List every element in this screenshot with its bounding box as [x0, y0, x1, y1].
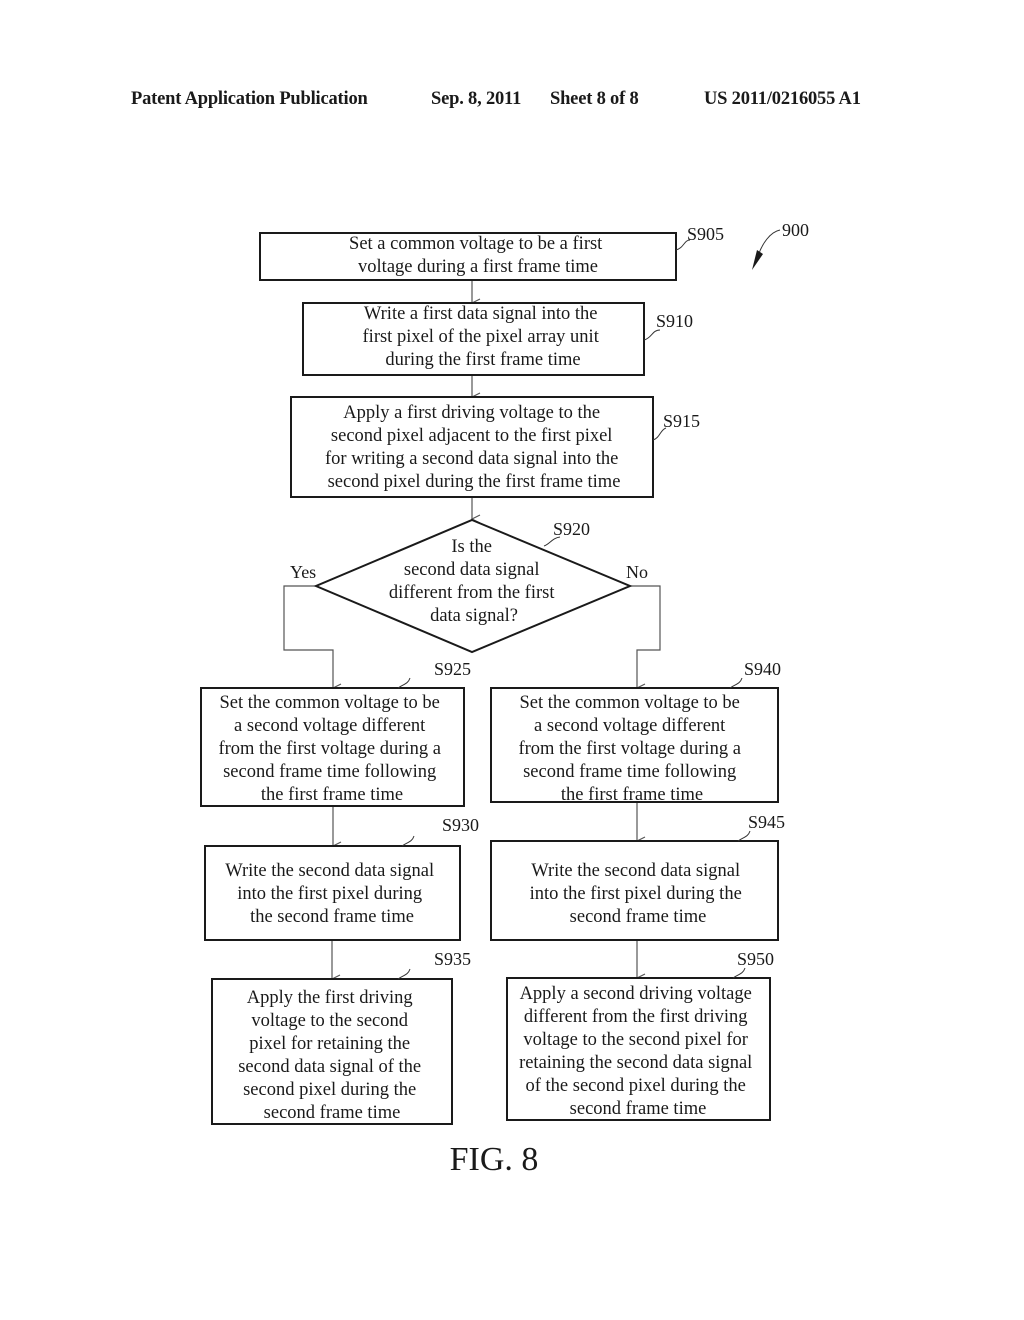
step-s945-line: into the first pixel during the	[530, 884, 742, 904]
step-s930-line: into the first pixel during	[237, 884, 422, 904]
step-s925-line: second frame time following	[223, 762, 436, 782]
step-s930-id: S930	[442, 815, 479, 835]
step-s920-id: S920	[553, 519, 590, 539]
step-s935-line: second frame time	[264, 1103, 401, 1123]
step-s915-line: for writing a second data signal into th…	[325, 449, 618, 469]
step-s915-line: second pixel during the first frame time	[328, 472, 621, 492]
step-s920-line: second data signal	[404, 560, 540, 580]
decision-no-label: No	[626, 562, 648, 582]
step-s905-line: Set a common voltage to be a first	[349, 234, 603, 254]
figure-ref-arrow-icon	[752, 250, 763, 270]
step-s935: Apply the first driving voltage to the s…	[211, 949, 471, 1125]
step-s940-leader	[729, 677, 743, 689]
step-s910-line: first pixel of the pixel array unit	[363, 327, 600, 347]
connector-no-s940	[630, 585, 661, 688]
decision-yes-label: Yes	[290, 562, 316, 582]
step-s925-line: the first frame time	[261, 785, 403, 805]
step-s935-id: S935	[434, 949, 471, 969]
step-s920-line: data signal?	[430, 606, 518, 626]
step-s935-line: second data signal of the	[238, 1057, 421, 1077]
step-s925-line: from the first voltage during a	[218, 739, 440, 759]
step-s935-leader	[397, 968, 411, 980]
step-s935-line: pixel for retaining the	[249, 1034, 410, 1054]
figure-reference: 900	[752, 220, 809, 270]
step-s940-line: a second voltage different	[534, 716, 726, 736]
step-s925-leader	[397, 677, 411, 689]
step-s930-line: the second frame time	[250, 907, 414, 927]
step-s940: Set the common voltage to be a second vo…	[490, 659, 781, 805]
step-s950-id: S950	[737, 949, 774, 969]
step-s940-line: Set the common voltage to be	[519, 693, 739, 713]
step-s915: Apply a first driving voltage to the sec…	[290, 396, 700, 498]
figure-ref-leader	[757, 229, 781, 257]
step-s925-line: Set the common voltage to be	[219, 693, 439, 713]
step-s910-line: during the first frame time	[385, 350, 580, 370]
step-s930-leader	[401, 835, 415, 847]
step-s915-line: Apply a first driving voltage to the	[343, 403, 600, 423]
step-s940-line: the first frame time	[561, 785, 703, 805]
step-s905-line: voltage during a first frame time	[358, 257, 598, 277]
step-s945-line: Write the second data signal	[531, 861, 740, 881]
step-s935-line: voltage to the second	[251, 1011, 408, 1031]
step-s920-line: Is the	[451, 537, 492, 557]
step-s940-line: from the first voltage during a	[518, 739, 740, 759]
step-s950-leader	[732, 967, 746, 979]
step-s945-id: S945	[748, 812, 785, 832]
step-s925-line: a second voltage different	[234, 716, 426, 736]
step-s920-decision: Is the second data signal different from…	[290, 518, 648, 654]
step-s945: Write the second data signal into the fi…	[490, 812, 785, 941]
step-s915-id: S915	[663, 411, 700, 431]
step-s940-line: second frame time following	[523, 762, 736, 782]
connector-yes-s925	[283, 585, 333, 688]
step-s925-id: S925	[434, 659, 471, 679]
step-s950-line: voltage to the second pixel for	[523, 1030, 748, 1050]
step-s950-line: of the second pixel during the	[525, 1076, 745, 1096]
step-s945-line: second frame time	[570, 907, 707, 927]
step-s930: Write the second data signal into the fi…	[204, 815, 479, 941]
step-s950-line: Apply a second driving voltage	[520, 984, 752, 1004]
figure-ref-label: 900	[782, 220, 809, 240]
step-s935-line: Apply the first driving	[247, 988, 413, 1008]
step-s905-id: S905	[687, 224, 724, 244]
step-s910-id: S910	[656, 311, 693, 331]
step-s930-line: Write the second data signal	[225, 861, 434, 881]
step-s945-leader	[737, 830, 751, 842]
step-s910-text: Write a first data signal into the first…	[363, 304, 604, 370]
step-s925: Set the common voltage to be a second vo…	[200, 659, 471, 807]
step-s940-id: S940	[744, 659, 781, 679]
step-s950-line: retaining the second data signal	[519, 1053, 752, 1073]
step-s935-line: second pixel during the	[243, 1080, 416, 1100]
step-s920-line: different from the first	[389, 583, 555, 603]
step-s905: Set a common voltage to be a first volta…	[259, 224, 724, 281]
step-s910-leader	[643, 329, 661, 341]
figure-caption: FIG. 8	[450, 1141, 539, 1178]
step-s910-line: Write a first data signal into the	[364, 304, 598, 324]
step-s950-line: second frame time	[570, 1099, 707, 1119]
step-s915-line: second pixel adjacent to the first pixel	[331, 426, 613, 446]
step-s950: Apply a second driving voltage different…	[506, 949, 774, 1121]
flowchart: 900 Set a common voltage to be a first v…	[200, 220, 809, 1178]
step-s930-text: Write the second data signal into the fi…	[225, 861, 438, 927]
step-s950-line: different from the first driving	[524, 1007, 748, 1027]
step-s910: Write a first data signal into the first…	[302, 302, 693, 376]
